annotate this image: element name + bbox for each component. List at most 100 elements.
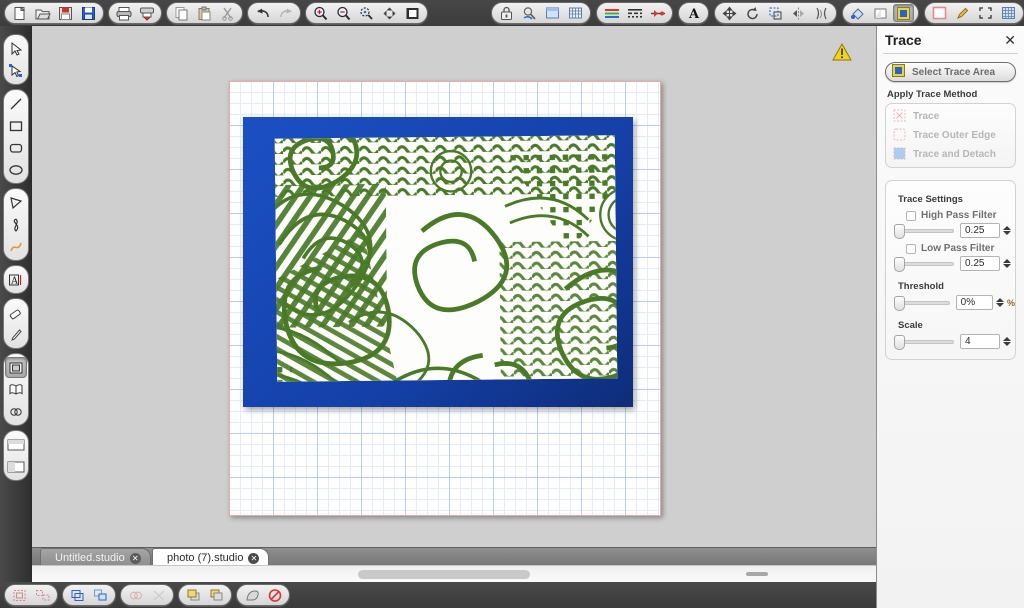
fill-gradient-icon[interactable]: [870, 4, 891, 22]
slider-knob[interactable]: [894, 295, 905, 311]
stepper-up-icon[interactable]: [1003, 259, 1011, 263]
threshold-stepper[interactable]: [995, 298, 1004, 307]
stepper-up-icon[interactable]: [995, 298, 1004, 302]
stepper-down-icon[interactable]: [1003, 342, 1011, 346]
select-arrow-icon[interactable]: [5, 38, 27, 59]
low-pass-filter-value[interactable]: 0.25: [960, 256, 1000, 271]
curve-tool-icon[interactable]: [5, 214, 27, 235]
mirror-icon[interactable]: [788, 4, 809, 22]
scale-value[interactable]: 4: [960, 334, 1000, 349]
line-tool-icon[interactable]: [5, 93, 27, 114]
page-setup-icon[interactable]: [542, 4, 563, 22]
save-as-icon[interactable]: [78, 4, 99, 22]
zoom-out-icon[interactable]: [333, 4, 354, 22]
scale-icon[interactable]: [765, 4, 786, 22]
release-compound-path-icon[interactable]: [90, 586, 111, 604]
registration-marks-icon[interactable]: [565, 4, 586, 22]
cut-icon[interactable]: [217, 4, 238, 22]
weld-icon[interactable]: [5, 401, 27, 422]
trace-method-trace[interactable]: Trace: [886, 107, 1015, 126]
weld-shapes-icon[interactable]: [125, 586, 146, 604]
fit-to-page-icon[interactable]: [379, 4, 400, 22]
high-pass-filter-stepper[interactable]: [1003, 226, 1011, 235]
fit-to-window-icon[interactable]: [402, 4, 423, 22]
cut-preview-icon[interactable]: [519, 4, 540, 22]
line-thickness-icon[interactable]: [647, 4, 668, 22]
trace-icon[interactable]: [893, 4, 914, 22]
edit-points-icon[interactable]: [5, 60, 27, 81]
grid-icon[interactable]: [998, 4, 1019, 22]
low-pass-filter-stepper[interactable]: [1003, 259, 1011, 268]
close-icon[interactable]: ✕: [248, 552, 260, 564]
undo-icon[interactable]: [252, 4, 273, 22]
bring-to-front-icon[interactable]: [183, 586, 204, 604]
pattern-fill-icon[interactable]: [929, 4, 950, 22]
scale-slider[interactable]: [894, 334, 954, 350]
stepper-down-icon[interactable]: [1003, 264, 1011, 268]
trace-method-and-detach[interactable]: Trace and Detach: [886, 145, 1015, 164]
crop-icon[interactable]: [975, 4, 996, 22]
paste-icon[interactable]: [194, 4, 215, 22]
eraser-tool-icon[interactable]: [5, 302, 27, 323]
zoom-in-icon[interactable]: [310, 4, 331, 22]
rotate-icon[interactable]: [742, 4, 763, 22]
horizontal-scrollbar[interactable]: [32, 565, 876, 582]
slider-knob[interactable]: [894, 256, 905, 272]
page-view-icon[interactable]: [5, 434, 27, 455]
warning-triangle-icon[interactable]: [832, 42, 852, 66]
rounded-rectangle-tool-icon[interactable]: [5, 137, 27, 158]
group-icon[interactable]: [9, 586, 30, 604]
traced-photo[interactable]: [243, 117, 633, 407]
low-pass-filter-slider[interactable]: [894, 256, 954, 272]
align-icon[interactable]: [811, 4, 832, 22]
horizontal-scrollbar-thumb[interactable]: [358, 570, 530, 579]
polygon-tool-icon[interactable]: [5, 192, 27, 213]
close-icon[interactable]: ✕: [1004, 33, 1016, 47]
stepper-up-icon[interactable]: [1003, 226, 1011, 230]
slider-knob[interactable]: [894, 223, 905, 239]
no-fill-icon[interactable]: [264, 586, 285, 604]
save-icon[interactable]: [55, 4, 76, 22]
ellipse-tool-icon[interactable]: [5, 159, 27, 180]
scale-stepper[interactable]: [1003, 337, 1011, 346]
stepper-down-icon[interactable]: [1003, 231, 1011, 235]
stepper-down-icon[interactable]: [995, 303, 1004, 307]
low-pass-filter-row[interactable]: Low Pass Filter: [906, 243, 1015, 254]
fill-color-icon[interactable]: [847, 4, 868, 22]
stepper-up-icon[interactable]: [1003, 337, 1011, 341]
high-pass-filter-row[interactable]: High Pass Filter: [906, 210, 1015, 221]
panel-layout-icon[interactable]: [5, 456, 27, 477]
move-icon[interactable]: [719, 4, 740, 22]
ungroup-icon[interactable]: [32, 586, 53, 604]
threshold-slider[interactable]: [894, 295, 950, 311]
line-style-icon[interactable]: [624, 4, 645, 22]
high-pass-filter-value[interactable]: 0.25: [960, 223, 1000, 238]
send-to-cutter-icon[interactable]: [136, 4, 157, 22]
high-pass-filter-checkbox[interactable]: [906, 210, 916, 221]
lock-icon[interactable]: [496, 4, 517, 22]
rectangle-tool-icon[interactable]: [5, 115, 27, 136]
low-pass-filter-checkbox[interactable]: [906, 243, 916, 254]
trace-method-outer-edge[interactable]: Trace Outer Edge: [886, 126, 1015, 145]
close-icon[interactable]: ✕: [129, 552, 141, 564]
zoom-selection-icon[interactable]: [356, 4, 377, 22]
open-folder-icon[interactable]: [32, 4, 53, 22]
redo-icon[interactable]: [275, 4, 296, 22]
freehand-tool-icon[interactable]: [5, 236, 27, 257]
new-document-icon[interactable]: [9, 4, 30, 22]
library-icon[interactable]: [5, 379, 27, 400]
line-color-icon[interactable]: [601, 4, 622, 22]
sketch-pen-icon[interactable]: [952, 4, 973, 22]
threshold-value[interactable]: 0%: [955, 295, 993, 310]
artboard[interactable]: [229, 81, 661, 516]
text-style-icon[interactable]: A: [683, 4, 704, 22]
slider-knob[interactable]: [894, 334, 905, 350]
select-trace-area-button[interactable]: Select Trace Area: [885, 62, 1016, 82]
scrollbar-resize-grip[interactable]: [746, 572, 768, 576]
send-to-back-icon[interactable]: [206, 586, 227, 604]
knife-tool-icon[interactable]: [5, 324, 27, 345]
trace-panel-icon[interactable]: [4, 357, 27, 378]
make-compound-path-icon[interactable]: [67, 586, 88, 604]
print-icon[interactable]: [113, 4, 134, 22]
detach-lines-icon[interactable]: [148, 586, 169, 604]
